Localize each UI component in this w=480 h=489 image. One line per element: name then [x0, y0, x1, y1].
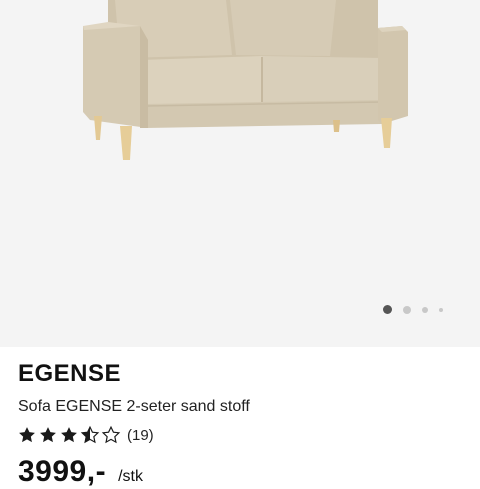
- product-title: Sofa EGENSE 2-seter sand stoff: [18, 398, 250, 415]
- carousel-dot[interactable]: [403, 305, 411, 314]
- carousel-dot[interactable]: [439, 307, 443, 312]
- product-brand: EGENSE: [18, 360, 122, 387]
- carousel-dot[interactable]: [422, 306, 428, 313]
- star-full-icon: [61, 427, 77, 443]
- star-half-icon: [80, 425, 100, 444]
- carousel-pagination: [383, 305, 443, 314]
- price-unit: /stk: [118, 468, 143, 485]
- price-row: 3999,- /stk: [18, 455, 143, 489]
- carousel-dot-active[interactable]: [383, 305, 392, 314]
- product-gallery[interactable]: [0, 0, 480, 347]
- star-full-icon: [40, 427, 56, 443]
- review-count[interactable]: (19): [127, 427, 154, 444]
- product-price: 3999,-: [18, 455, 107, 488]
- sofa-product-image: [83, 0, 408, 160]
- rating-stars: [17, 425, 121, 445]
- product-rating[interactable]: (19): [17, 425, 154, 445]
- star-full-icon: [19, 427, 35, 443]
- star-empty-icon: [101, 425, 121, 444]
